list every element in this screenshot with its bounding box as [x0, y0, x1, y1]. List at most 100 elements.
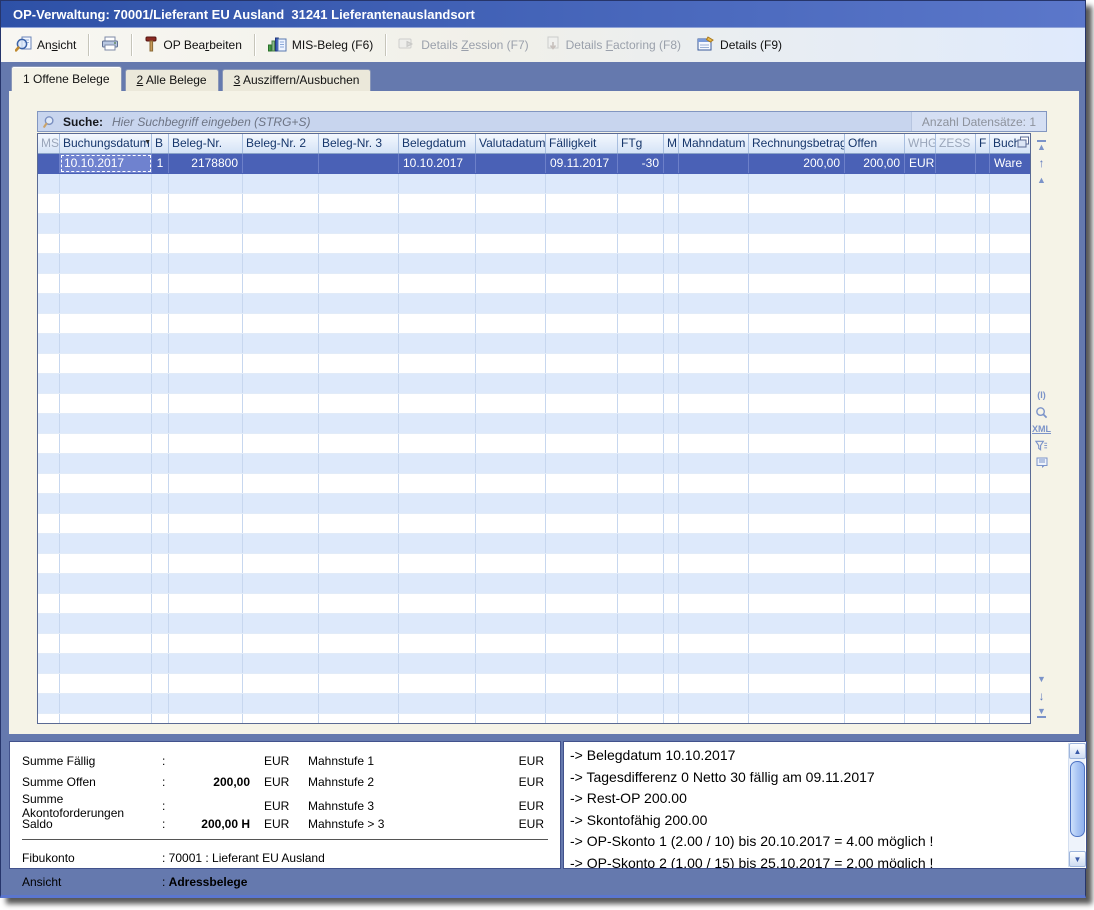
- tab-2[interactable]: 2 Alle Belege: [125, 69, 219, 91]
- table-empty-row: [38, 414, 1030, 434]
- column-header-b[interactable]: B: [152, 134, 169, 153]
- cell[interactable]: 10.10.2017: [60, 154, 152, 173]
- empty-cell: [679, 174, 749, 193]
- empty-cell: [936, 354, 976, 373]
- column-header-f[interactable]: F: [976, 134, 990, 153]
- empty-cell: [679, 554, 749, 573]
- table-header-row: MSBuchungsdatum▼BBeleg-Nr.Beleg-Nr. 2Bel…: [38, 134, 1030, 154]
- table-empty-row: [38, 274, 1030, 294]
- empty-cell: [152, 194, 169, 213]
- print-button[interactable]: [93, 31, 127, 59]
- scroll-page-down-icon[interactable]: ↓: [1032, 687, 1051, 704]
- cell[interactable]: [664, 154, 679, 173]
- column-header-whg[interactable]: WHG: [905, 134, 936, 153]
- ansicht-button[interactable]: Ansicht: [7, 31, 84, 60]
- empty-cell: [38, 414, 60, 433]
- column-header-valutadatum[interactable]: Valutadatum: [476, 134, 546, 153]
- summary-colon: :: [162, 799, 176, 813]
- search-input-placeholder[interactable]: Hier Suchbegriff eingeben (STRG+S): [112, 115, 310, 129]
- details-scrollbar[interactable]: ▲ ▼: [1068, 743, 1085, 867]
- zoom-search-icon[interactable]: [1032, 404, 1051, 421]
- column-header-buch[interactable]: Buch: [990, 134, 1031, 153]
- details-button[interactable]: Details (F9): [689, 31, 790, 60]
- column-header-rechnungsbetrag[interactable]: Rechnungsbetrag: [749, 134, 845, 153]
- empty-cell: [845, 354, 905, 373]
- empty-cell: [845, 654, 905, 673]
- column-header-ms[interactable]: MS: [38, 134, 60, 153]
- cell[interactable]: Ware: [990, 154, 1031, 173]
- empty-cell: [476, 334, 546, 353]
- cell[interactable]: [243, 154, 319, 173]
- empty-cell: [905, 694, 936, 713]
- column-header-buchungsdatum[interactable]: Buchungsdatum▼: [60, 134, 152, 153]
- summary-currency: EUR: [256, 754, 308, 768]
- search-bar[interactable]: Suche: Hier Suchbegriff eingeben (STRG+S…: [37, 111, 1047, 132]
- empty-cell: [976, 174, 990, 193]
- empty-cell: [38, 194, 60, 213]
- cell[interactable]: 200,00: [845, 154, 905, 173]
- empty-cell: [976, 554, 990, 573]
- copy-window-icon[interactable]: [1017, 136, 1030, 151]
- tab-3[interactable]: 3 Ausziffern/Ausbuchen: [222, 69, 372, 91]
- column-header-beleg-nr-2[interactable]: Beleg-Nr. 2: [243, 134, 319, 153]
- column-header-f-lligkeit[interactable]: Fälligkeit: [546, 134, 618, 153]
- empty-cell: [679, 454, 749, 473]
- scroll-down-icon[interactable]: ▼: [1032, 670, 1051, 687]
- empty-cell: [319, 194, 399, 213]
- memo-copy-icon[interactable]: [1032, 455, 1051, 472]
- empty-cell: [243, 414, 319, 433]
- empty-cell: [618, 354, 664, 373]
- scroll-to-top-icon[interactable]: ▲: [1032, 137, 1051, 154]
- op-bearbeiten-button[interactable]: OP Bearbeiten: [136, 31, 250, 60]
- scrollbar-down-icon[interactable]: ▼: [1069, 851, 1086, 867]
- column-header-beleg-nr-[interactable]: Beleg-Nr.: [169, 134, 243, 153]
- cell[interactable]: 2178800: [169, 154, 243, 173]
- scroll-up-icon[interactable]: ▲: [1032, 171, 1051, 188]
- column-header-offen[interactable]: Offen: [845, 134, 905, 153]
- empty-cell: [749, 534, 845, 553]
- cell[interactable]: 09.11.2017: [546, 154, 618, 173]
- mis-beleg-button[interactable]: MIS-Beleg (F6): [259, 31, 381, 60]
- empty-cell: [476, 634, 546, 653]
- filter-icon[interactable]: [1032, 438, 1051, 455]
- empty-cell: [990, 434, 1031, 453]
- column-header-beleg-nr-3[interactable]: Beleg-Nr. 3: [319, 134, 399, 153]
- cell[interactable]: [38, 154, 60, 173]
- cell[interactable]: [976, 154, 990, 173]
- scrollbar-thumb[interactable]: [1070, 761, 1085, 837]
- cell[interactable]: 1: [152, 154, 169, 173]
- empty-cell: [546, 394, 618, 413]
- scroll-to-bottom-icon[interactable]: ▼: [1032, 704, 1051, 721]
- table-row-selected[interactable]: 10.10.20171217880010.10.201709.11.2017-3…: [38, 154, 1030, 174]
- column-header-ftg[interactable]: FTg: [618, 134, 664, 153]
- column-header-m[interactable]: M: [664, 134, 679, 153]
- cell[interactable]: -30: [618, 154, 664, 173]
- cell[interactable]: 10.10.2017: [399, 154, 476, 173]
- column-header-belegdatum[interactable]: Belegdatum: [399, 134, 476, 153]
- empty-cell: [845, 314, 905, 333]
- cell[interactable]: [319, 154, 399, 173]
- empty-cell: [679, 674, 749, 693]
- column-header-mahndatum[interactable]: Mahndatum: [679, 134, 749, 153]
- column-brackets-icon[interactable]: (I): [1032, 387, 1051, 404]
- scrollbar-up-icon[interactable]: ▲: [1069, 743, 1086, 759]
- toolbar: Ansicht OP Bearbeiten MIS-Beleg (F6) Detail…: [1, 28, 1085, 62]
- scroll-page-up-icon[interactable]: ↑: [1032, 154, 1051, 171]
- cell[interactable]: 200,00: [749, 154, 845, 173]
- tab-1[interactable]: 1 Offene Belege: [11, 66, 122, 91]
- empty-cell: [976, 234, 990, 253]
- empty-cell: [664, 234, 679, 253]
- empty-cell: [476, 514, 546, 533]
- empty-cell: [169, 494, 243, 513]
- column-header-zess[interactable]: ZESS: [936, 134, 976, 153]
- cell[interactable]: EUR: [905, 154, 936, 173]
- empty-cell: [60, 714, 152, 724]
- cell[interactable]: [936, 154, 976, 173]
- table-empty-row: [38, 174, 1030, 194]
- xml-export-icon[interactable]: XML: [1032, 421, 1051, 438]
- cell[interactable]: [679, 154, 749, 173]
- summary-currency: EUR: [256, 817, 308, 831]
- empty-cell: [399, 434, 476, 453]
- empty-cell: [990, 594, 1031, 613]
- cell[interactable]: [476, 154, 546, 173]
